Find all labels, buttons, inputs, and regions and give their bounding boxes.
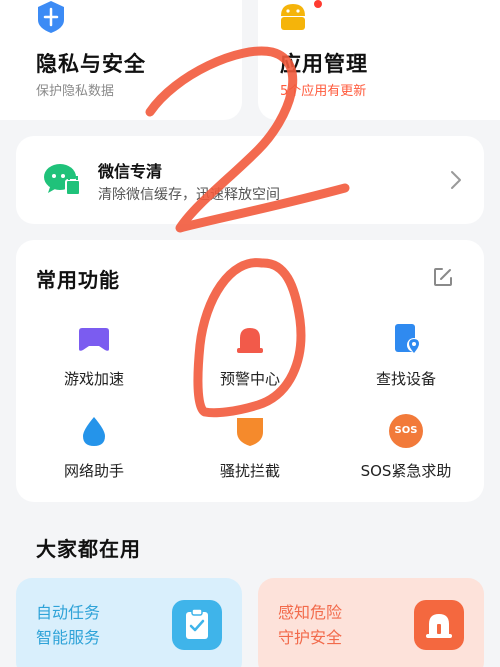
bell-alert-icon — [414, 600, 464, 650]
clipboard-check-icon — [172, 600, 222, 650]
game-accelerate-item[interactable]: 游戏加速 — [24, 322, 164, 389]
apps-card-subtitle: 5个应用有更新 — [280, 84, 367, 99]
danger-sense-card[interactable]: 感知危险 守护安全 — [258, 578, 484, 667]
network-assistant-label: 网络助手 — [63, 462, 124, 480]
sos-help-item[interactable]: SOS SOS紧急求助 — [336, 414, 476, 481]
common-functions-card: 常用功能 游戏加速 预警中心 查找设备 网络助手 骚扰拦截 SOS SOS紧急求… — [16, 240, 484, 502]
privacy-card-subtitle: 保护隐私数据 — [36, 84, 115, 99]
privacy-shield-icon — [36, 0, 66, 38]
privacy-security-card[interactable]: 隐私与安全 保护隐私数据 — [0, 0, 242, 120]
find-device-icon — [389, 322, 423, 356]
find-device-item[interactable]: 查找设备 — [336, 322, 476, 389]
danger-sense-text: 感知危险 守护安全 — [278, 600, 342, 650]
common-functions-title: 常用功能 — [36, 268, 120, 292]
chevron-right-icon[interactable] — [450, 170, 462, 194]
wechat-clean-icon — [42, 162, 82, 202]
app-management-card[interactable]: 应用管理 5个应用有更新 — [258, 0, 500, 120]
wechat-clean-card[interactable]: 微信专清 清除微信缓存，迅速释放空间 — [16, 136, 484, 224]
harassment-block-item[interactable]: 骚扰拦截 — [180, 414, 320, 481]
privacy-card-title: 隐私与安全 — [36, 52, 146, 76]
wechat-card-title: 微信专清 — [98, 162, 163, 181]
gamepad-icon — [77, 322, 111, 356]
water-drop-icon — [77, 414, 111, 448]
alert-center-label: 预警中心 — [219, 370, 280, 388]
alarm-light-icon — [233, 322, 267, 356]
harassment-block-label: 骚扰拦截 — [219, 462, 280, 480]
edit-icon[interactable] — [432, 266, 454, 292]
auto-task-line2: 智能服务 — [36, 628, 101, 647]
auto-task-line1: 自动任务 — [36, 603, 101, 622]
sos-help-label: SOS紧急求助 — [360, 462, 452, 480]
find-device-label: 查找设备 — [375, 370, 436, 388]
android-robot-icon — [278, 0, 308, 36]
game-accelerate-label: 游戏加速 — [63, 370, 124, 388]
danger-sense-line1: 感知危险 — [278, 603, 343, 622]
auto-task-text: 自动任务 智能服务 — [36, 600, 100, 650]
wechat-card-subtitle: 清除微信缓存，迅速释放空间 — [98, 187, 280, 203]
update-dot-icon — [314, 0, 322, 8]
sos-badge-text: SOS — [394, 425, 418, 436]
everyone-uses-title: 大家都在用 — [36, 537, 141, 561]
apps-card-title: 应用管理 — [280, 52, 368, 76]
danger-sense-line2: 守护安全 — [278, 628, 343, 647]
sos-icon: SOS — [389, 414, 423, 448]
auto-task-card[interactable]: 自动任务 智能服务 — [16, 578, 242, 667]
network-assistant-item[interactable]: 网络助手 — [24, 414, 164, 481]
shield-block-icon — [233, 414, 267, 448]
alert-center-item[interactable]: 预警中心 — [180, 322, 320, 389]
